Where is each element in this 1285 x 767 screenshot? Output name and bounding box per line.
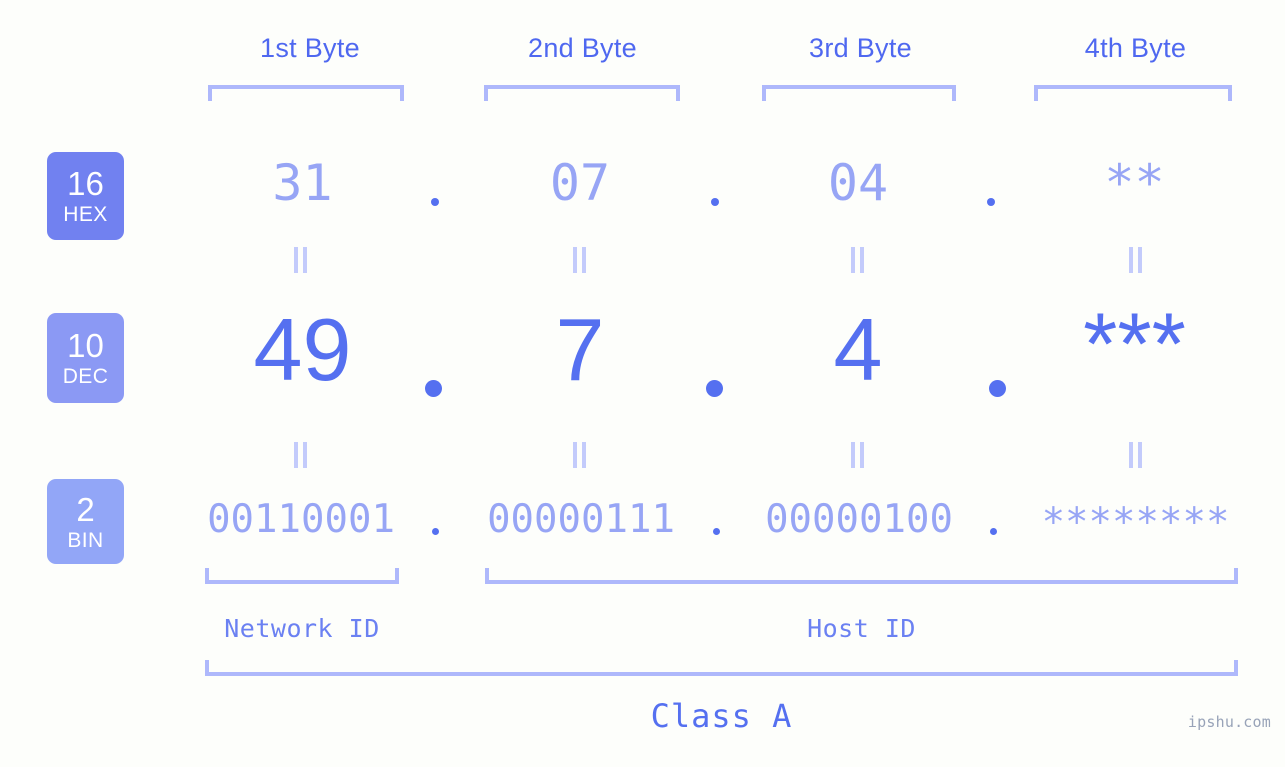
- base-badge-hex[interactable]: 16 HEX: [47, 152, 124, 240]
- base-badge-dec-number: 10: [67, 327, 104, 364]
- base-badge-hex-abbr: HEX: [63, 203, 108, 226]
- base-badge-bin-number: 2: [76, 490, 95, 528]
- host-id-label: Host ID: [807, 614, 916, 643]
- class-label: Class A: [650, 697, 793, 735]
- base-badge-dec-abbr: DEC: [62, 365, 109, 388]
- byte-bracket-top-4: [1034, 85, 1232, 101]
- base-badge-hex-number: 16: [67, 165, 104, 202]
- dec-value-byte-1: 49: [253, 300, 352, 399]
- hex-value-byte-4: **: [1104, 154, 1165, 212]
- equals-mark-hex-dec-4: [1129, 247, 1143, 273]
- bin-separator-dot-1: [432, 528, 439, 535]
- dec-separator-dot-3: [989, 380, 1006, 397]
- equals-mark-dec-bin-4: [1129, 442, 1143, 468]
- base-badge-bin-abbr: BIN: [67, 528, 104, 552]
- equals-mark-dec-bin-1: [294, 442, 308, 468]
- byte-bracket-top-2: [484, 85, 680, 101]
- equals-mark-hex-dec-3: [851, 247, 865, 273]
- bin-value-byte-2: 00000111: [487, 497, 675, 542]
- hex-value-byte-2: 07: [549, 154, 611, 212]
- site-watermark: ipshu.com: [1187, 713, 1271, 731]
- ip-address-breakdown-diagram: 1st Byte 2nd Byte 3rd Byte 4th Byte 16 H…: [0, 0, 1285, 767]
- bin-value-byte-4: ********: [1041, 500, 1230, 545]
- dec-separator-dot-1: [425, 380, 442, 397]
- host-id-bracket: [485, 568, 1238, 584]
- hex-separator-dot-1: [431, 198, 439, 206]
- bin-separator-dot-2: [713, 528, 720, 535]
- equals-mark-hex-dec-1: [294, 247, 308, 273]
- hex-value-byte-3: 04: [827, 154, 889, 212]
- hex-separator-dot-3: [987, 198, 995, 206]
- dec-value-byte-2: 7: [555, 300, 605, 399]
- class-bracket: [205, 660, 1238, 676]
- equals-mark-dec-bin-2: [573, 442, 587, 468]
- base-badge-bin[interactable]: 2 BIN: [47, 479, 124, 564]
- bin-value-byte-3: 00000100: [765, 497, 953, 542]
- bin-value-byte-1: 00110001: [207, 497, 395, 542]
- byte-bracket-top-1: [208, 85, 404, 101]
- equals-mark-dec-bin-3: [851, 442, 865, 468]
- hex-separator-dot-2: [711, 198, 719, 206]
- byte-bracket-top-3: [762, 85, 956, 101]
- hex-value-byte-1: 31: [272, 154, 333, 212]
- byte-header-label-4: 4th Byte: [1084, 33, 1187, 63]
- equals-mark-hex-dec-2: [573, 247, 587, 273]
- network-id-bracket: [205, 568, 399, 584]
- byte-header-label-1: 1st Byte: [260, 33, 360, 63]
- base-badge-dec[interactable]: 10 DEC: [47, 313, 124, 403]
- network-id-label: Network ID: [224, 614, 380, 643]
- byte-header-label-2: 2nd Byte: [528, 33, 637, 63]
- dec-value-byte-3: 4: [833, 300, 883, 399]
- dec-value-byte-4: ***: [1083, 294, 1186, 393]
- bin-separator-dot-3: [990, 528, 997, 535]
- dec-separator-dot-2: [706, 380, 723, 397]
- byte-header-label-3: 3rd Byte: [809, 33, 912, 63]
